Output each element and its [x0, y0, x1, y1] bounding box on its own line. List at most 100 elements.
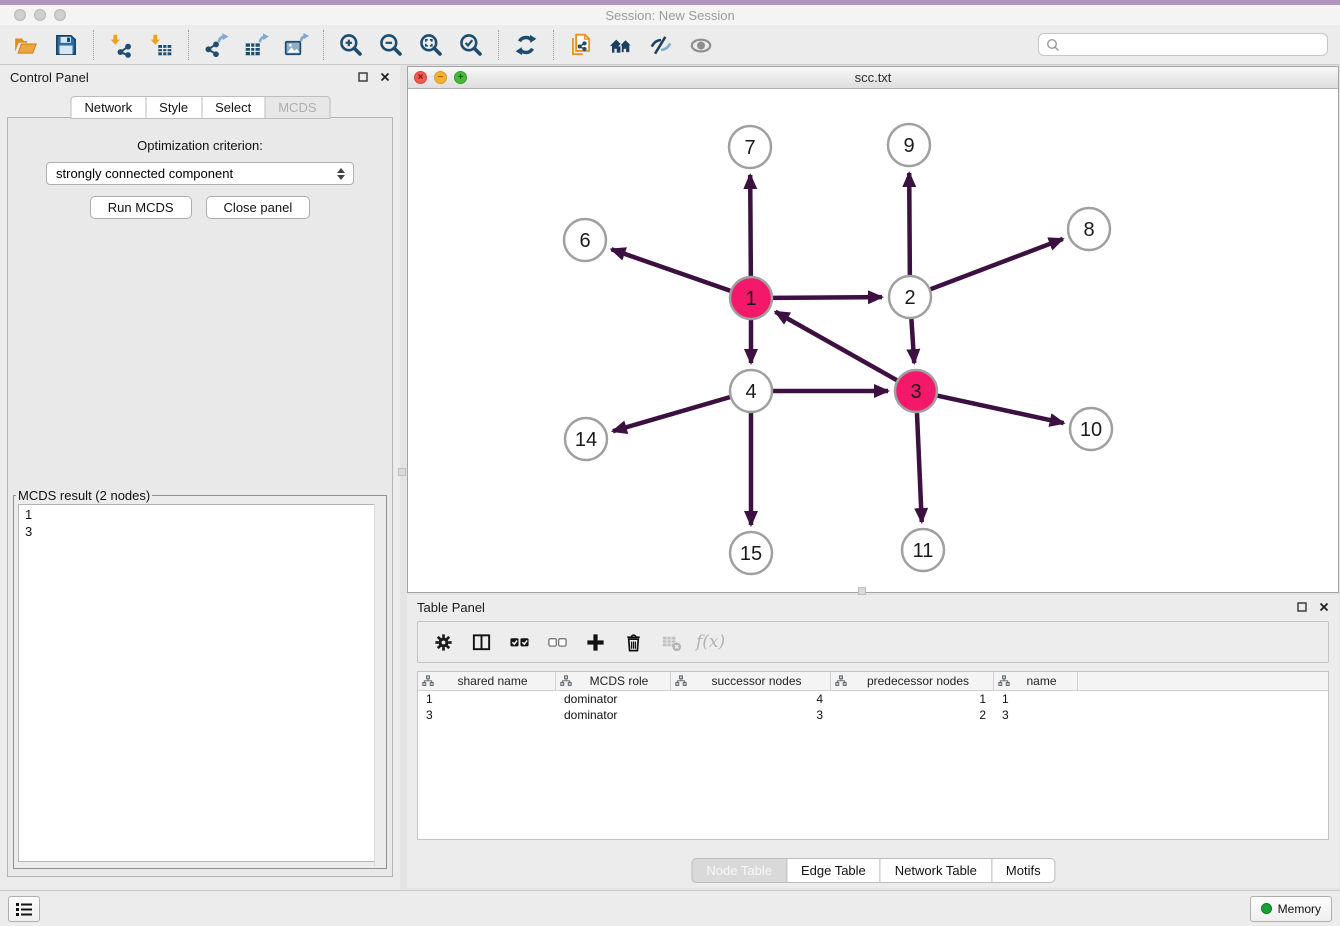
- mcds-result-title: MCDS result (2 nodes): [16, 488, 152, 503]
- column-header-predecessor-nodes[interactable]: predecessor nodes: [831, 672, 994, 690]
- graph-edge-3-10[interactable]: [937, 396, 1063, 423]
- table-cell[interactable]: 3: [994, 707, 1078, 723]
- network-close-button[interactable]: ×: [414, 71, 427, 84]
- criterion-select[interactable]: strongly connected component: [46, 162, 354, 185]
- table-row[interactable]: 3dominator323: [418, 707, 1328, 723]
- column-header-MCDS-role[interactable]: MCDS role: [556, 672, 671, 690]
- graph-node-label: 2: [904, 287, 915, 309]
- tab-style[interactable]: Style: [145, 96, 202, 119]
- table-cell[interactable]: 1: [994, 691, 1078, 707]
- zoom-fit-button[interactable]: [411, 28, 451, 62]
- toolbar-separator: [323, 30, 324, 60]
- save-session-button[interactable]: [46, 28, 86, 62]
- table-cell[interactable]: 4: [671, 691, 831, 707]
- table-cell[interactable]: 1: [831, 691, 994, 707]
- network-maximize-button[interactable]: +: [454, 71, 467, 84]
- close-panel-icon[interactable]: [380, 72, 390, 82]
- clone-network-button[interactable]: [561, 28, 601, 62]
- zoom-in-button[interactable]: [331, 28, 371, 62]
- run-mcds-button[interactable]: Run MCDS: [90, 196, 192, 219]
- close-panel-button[interactable]: Close panel: [206, 196, 311, 219]
- toggle-graphics-details-button[interactable]: [641, 28, 681, 62]
- network-canvas[interactable]: 7968124314101511: [408, 89, 1338, 592]
- search-input[interactable]: [1060, 35, 1327, 54]
- export-image-button[interactable]: [276, 28, 316, 62]
- toolbar-separator: [93, 30, 94, 60]
- graph-edge-2-9[interactable]: [909, 173, 910, 275]
- table-cell[interactable]: 3: [671, 707, 831, 723]
- titlebar: Session: New Session: [0, 5, 1340, 25]
- horizontal-splitter-handle[interactable]: [858, 587, 866, 595]
- column-header-successor-nodes[interactable]: successor nodes: [671, 672, 831, 690]
- graph-edge-4-14[interactable]: [613, 397, 730, 431]
- tab-node-table[interactable]: Node Table: [691, 858, 787, 883]
- table-cell[interactable]: dominator: [556, 707, 671, 723]
- network-minimize-button[interactable]: −: [434, 71, 447, 84]
- graph-edge-1-7[interactable]: [750, 175, 751, 276]
- table-cell[interactable]: 2: [831, 707, 994, 723]
- network-graph[interactable]: 7968124314101511: [408, 89, 1338, 592]
- column-layout-button[interactable]: [464, 625, 498, 659]
- attribute-icon: [998, 675, 1010, 687]
- tab-network[interactable]: Network: [70, 96, 146, 119]
- import-table-icon: [148, 32, 174, 58]
- deselect-all-button[interactable]: [540, 625, 574, 659]
- refresh-icon: [513, 32, 539, 58]
- delete-table-button[interactable]: [654, 625, 688, 659]
- tab-select[interactable]: Select: [201, 96, 265, 119]
- graph-edge-2-3[interactable]: [911, 319, 914, 363]
- show-hide-panel-button[interactable]: [681, 28, 721, 62]
- check-all-icon: [509, 632, 530, 653]
- eye-slash-icon: [648, 32, 674, 58]
- float-panel-icon[interactable]: [358, 72, 368, 82]
- tab-motifs[interactable]: Motifs: [991, 858, 1056, 883]
- table-cell[interactable]: 3: [418, 707, 556, 723]
- close-panel-icon[interactable]: [1319, 602, 1329, 612]
- tab-edge-table[interactable]: Edge Table: [786, 858, 881, 883]
- graph-edge-1-6[interactable]: [611, 249, 730, 291]
- status-bar: Memory: [0, 890, 1340, 926]
- table-cell[interactable]: 1: [418, 691, 556, 707]
- search-box[interactable]: [1038, 33, 1328, 56]
- task-history-button[interactable]: [8, 896, 40, 922]
- clone-network-icon: [568, 32, 594, 58]
- function-builder-button[interactable]: f(x): [696, 632, 725, 652]
- graph-node-label: 14: [575, 429, 597, 451]
- tab-network-table[interactable]: Network Table: [880, 858, 992, 883]
- memory-button[interactable]: Memory: [1250, 896, 1332, 922]
- table-cell[interactable]: dominator: [556, 691, 671, 707]
- zoom-in-icon: [338, 32, 364, 58]
- export-table-button[interactable]: [236, 28, 276, 62]
- zoom-out-button[interactable]: [371, 28, 411, 62]
- graph-edge-3-1[interactable]: [775, 312, 896, 380]
- zoom-selected-button[interactable]: [451, 28, 491, 62]
- graph-node-label: 1: [745, 288, 756, 310]
- table-row[interactable]: 1dominator411: [418, 691, 1328, 707]
- graph-edge-2-8[interactable]: [931, 239, 1063, 289]
- mcds-result-text[interactable]: 1 3: [18, 504, 382, 862]
- select-all-button[interactable]: [502, 625, 536, 659]
- attribute-icon: [422, 675, 434, 687]
- add-column-button[interactable]: [578, 625, 612, 659]
- open-session-button[interactable]: [6, 28, 46, 62]
- export-network-button[interactable]: [196, 28, 236, 62]
- graph-edge-3-11[interactable]: [917, 413, 922, 522]
- float-panel-icon[interactable]: [1297, 602, 1307, 612]
- vertical-splitter-handle[interactable]: [398, 468, 406, 476]
- network-window: × − + scc.txt 7968124314101511: [407, 66, 1339, 593]
- import-network-button[interactable]: [101, 28, 141, 62]
- eye-icon: [688, 32, 714, 58]
- refresh-button[interactable]: [506, 28, 546, 62]
- column-header-name[interactable]: name: [994, 672, 1078, 690]
- home-icon: [607, 32, 635, 58]
- tab-mcds[interactable]: MCDS: [264, 96, 330, 119]
- import-table-button[interactable]: [141, 28, 181, 62]
- window-title: Session: New Session: [0, 8, 1340, 23]
- result-scrollbar[interactable]: [374, 504, 385, 867]
- table-settings-button[interactable]: [426, 625, 460, 659]
- criterion-select-value: strongly connected component: [56, 166, 333, 181]
- column-header-shared-name[interactable]: shared name: [418, 672, 556, 690]
- home-layout-button[interactable]: [601, 28, 641, 62]
- graph-edge-1-2[interactable]: [773, 297, 882, 298]
- delete-column-button[interactable]: [616, 625, 650, 659]
